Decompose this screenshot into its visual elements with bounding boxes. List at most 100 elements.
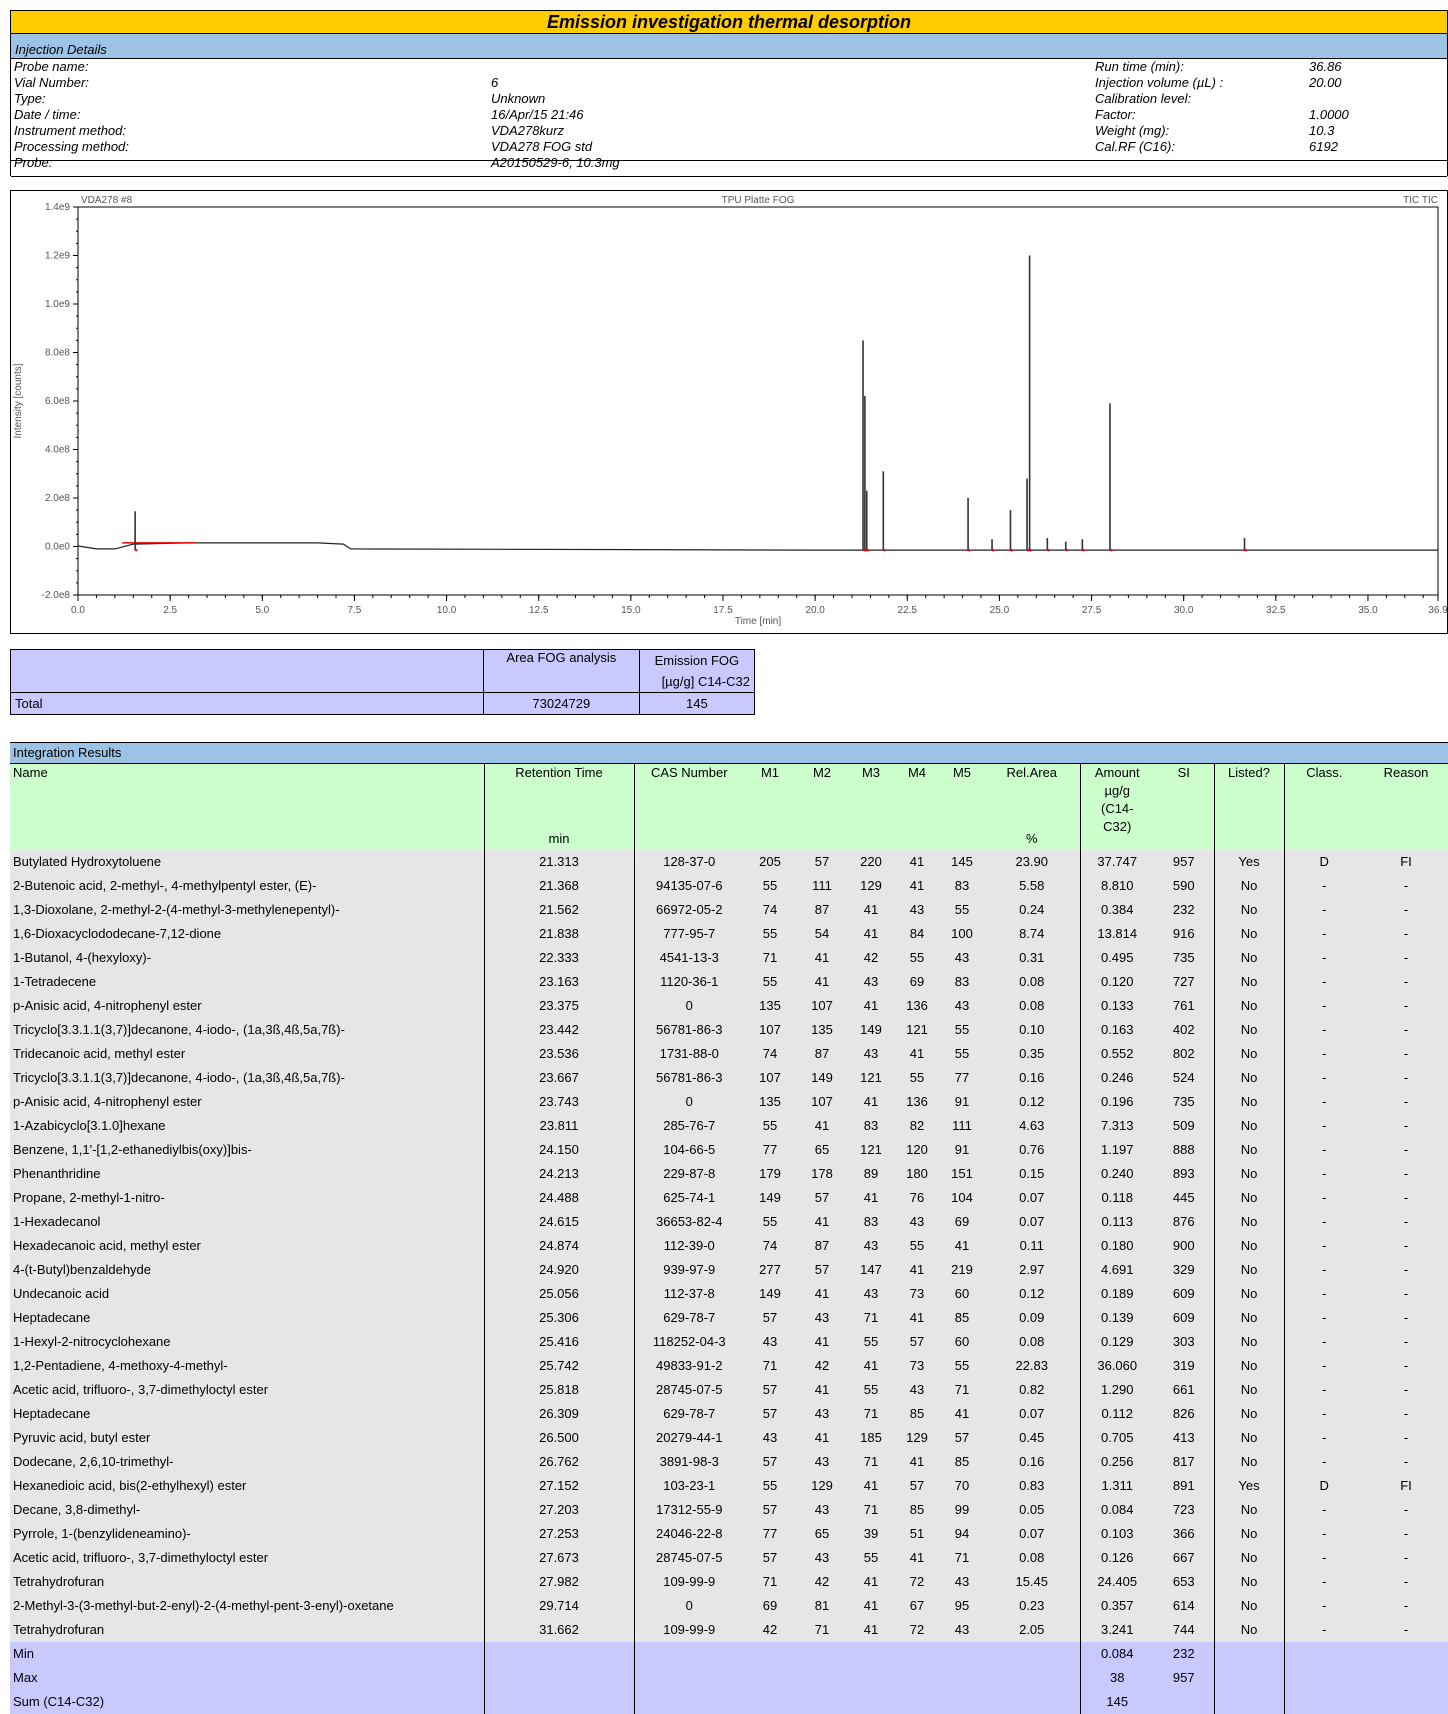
y-tick-label: 1.0e9 [45,299,70,310]
result-cell: 23.667 [483,1066,634,1090]
result-cell: 41 [848,994,894,1018]
x-tick-label: 32.5 [1266,605,1286,616]
result-cell: No [1213,1306,1284,1330]
result-cell: No [1213,1066,1284,1090]
result-cell: 151 [940,1162,984,1186]
result-cell: No [1213,1138,1284,1162]
result-cell: 67 [894,1594,940,1618]
result-row: 4-(t-Butyl)benzaldehyde 24.920 939-97-9 277… [10,1258,1448,1282]
y-tick-label: 2.0e8 [45,493,70,504]
result-cell: 0.133 [1079,994,1154,1018]
result-cell: 71 [940,1378,984,1402]
result-cell: 107 [796,1090,848,1114]
result-cell: 0.35 [984,1042,1080,1066]
result-cell: 41 [894,850,940,874]
integration-results-table: Integration Results Name Retention Time min… [10,742,1448,1714]
result-cell: 41 [796,946,848,970]
result-cell: - [1364,1594,1448,1618]
result-cell: 445 [1154,1186,1214,1210]
result-cell: 7.313 [1079,1114,1154,1138]
y-tick-label: 8.0e8 [45,348,70,359]
col-header-rel-unit: % [1025,831,1038,846]
result-cell: 41 [848,1594,894,1618]
total-area-value: 73024729 [482,692,640,715]
result-cell: - [1283,1594,1364,1618]
peak-marker [1082,548,1085,552]
result-cell: - [1283,1522,1364,1546]
result-cell: 42 [744,1618,796,1642]
col-header-listed: Listed? [1213,763,1284,850]
result-cell: 0.83 [984,1474,1080,1498]
result-cell: 21.368 [483,874,634,898]
injection-right-label: Calibration level: [1095,91,1192,106]
result-cell: 71 [744,946,796,970]
x-tick-label: 2.5 [163,605,177,616]
result-cell: - [1364,1258,1448,1282]
result-cell: 0.118 [1079,1186,1154,1210]
result-cell: 509 [1154,1114,1214,1138]
col-header-m3: M3 [848,763,894,850]
result-cell: - [1364,1570,1448,1594]
result-cell: 121 [848,1138,894,1162]
footer-si: 232 [1154,1642,1214,1666]
result-cell: Tetrahydrofuran [10,1570,484,1594]
y-tick-label: 0.0e0 [45,542,70,553]
result-cell: 0.246 [1079,1066,1154,1090]
result-cell: 761 [1154,994,1214,1018]
result-cell: 0.189 [1079,1282,1154,1306]
result-cell: - [1364,1546,1448,1570]
result-cell: 4.691 [1079,1258,1154,1282]
result-cell: 42 [796,1570,848,1594]
x-tick-label: 25.0 [990,605,1010,616]
result-cell: 41 [796,1330,848,1354]
result-cell: 41 [894,1450,940,1474]
result-cell: 43 [940,946,984,970]
result-cell: 71 [744,1570,796,1594]
result-cell: 81 [796,1594,848,1618]
result-cell: 27.253 [483,1522,634,1546]
injection-right-label: Cal.RF (C16): [1095,139,1175,154]
result-row: Butylated Hydroxytoluene 21.313 128-37-0 20… [10,850,1448,874]
footer-label: Min [10,1642,484,1666]
result-row: Undecanoic acid 25.056 112-37-8 149 41 43 73 60… [10,1282,1448,1306]
results-section-label: Integration Results [10,742,1448,764]
result-cell: 27.982 [483,1570,634,1594]
injection-right-label: Weight (mg): [1095,123,1170,138]
result-cell: 43 [894,1378,940,1402]
injection-label: Instrument method: [14,123,126,138]
result-cell: 149 [848,1018,894,1042]
chart-corner-left: VDA278 #8 [81,195,133,206]
result-cell: 83 [848,1210,894,1234]
result-cell: 661 [1154,1378,1214,1402]
result-cell: - [1283,1306,1364,1330]
injection-right-label: Factor: [1095,107,1136,122]
result-cell: 0 [633,994,744,1018]
result-cell: 609 [1154,1306,1214,1330]
result-cell: 0.08 [984,1330,1080,1354]
result-cell: 66972-05-2 [633,898,744,922]
result-cell: 25.056 [483,1282,634,1306]
result-cell: 57 [744,1498,796,1522]
result-cell: 41 [894,1546,940,1570]
result-cell: 24.488 [483,1186,634,1210]
result-cell: 111 [940,1114,984,1138]
result-cell: No [1213,1186,1284,1210]
result-cell: No [1213,1210,1284,1234]
result-cell: 85 [894,1402,940,1426]
result-cell: 303 [1154,1330,1214,1354]
result-cell: 185 [848,1426,894,1450]
result-cell: 43 [744,1330,796,1354]
result-row: Dodecane, 2,6,10-trimethyl- 26.762 3891-98… [10,1450,1448,1474]
injection-right-label: Injection volume (µL) : [1095,75,1224,90]
result-cell: 15.45 [984,1570,1080,1594]
result-cell: 23.536 [483,1042,634,1066]
result-cell: 20279-44-1 [633,1426,744,1450]
result-cell: No [1213,898,1284,922]
x-tick-label: 20.0 [805,605,825,616]
result-cell: 74 [744,1042,796,1066]
result-cell: 614 [1154,1594,1214,1618]
result-cell: - [1283,1090,1364,1114]
result-cell: 41 [796,1378,848,1402]
col-header-reason: Reason [1364,763,1448,850]
result-cell: 55 [744,1210,796,1234]
